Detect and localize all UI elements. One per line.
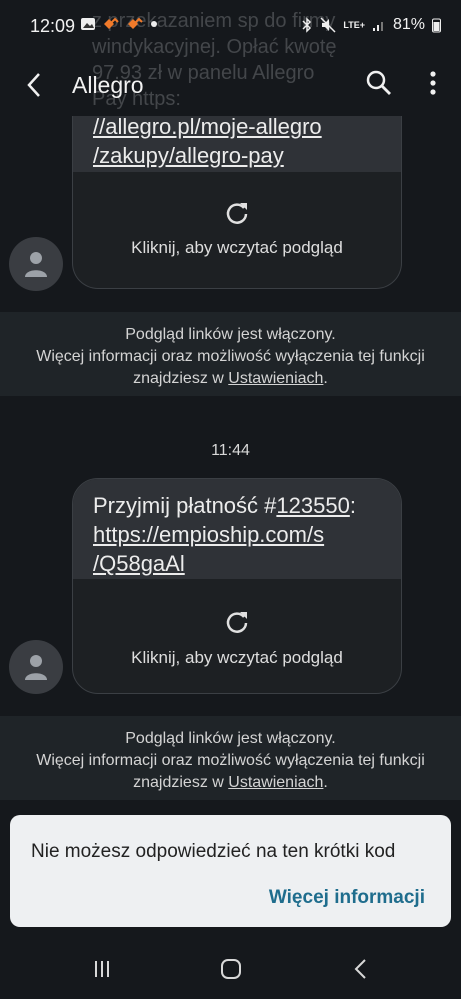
- dot-icon: [151, 21, 157, 27]
- network-type: LTE+: [343, 20, 365, 30]
- recents-icon[interactable]: [87, 954, 117, 984]
- settings-link[interactable]: Ustawieniach: [228, 370, 323, 387]
- app-bar: Allegro: [0, 56, 461, 116]
- refresh-icon[interactable]: [224, 609, 250, 635]
- person-icon: [25, 655, 47, 680]
- reply-disabled-message: Nie możesz odpowiedzieć na ten krótki ko…: [31, 841, 396, 862]
- refresh-icon[interactable]: [224, 200, 250, 226]
- battery-icon: [432, 18, 441, 33]
- link-preview[interactable]: Kliknij, aby wczytać podgląd: [73, 172, 401, 284]
- status-time: 12:09: [30, 16, 76, 36]
- link-preview-notice: Podgląd linków jest włączony. Więcej inf…: [0, 716, 461, 800]
- allegro-notification-icon: [104, 17, 119, 29]
- signal-icon: [372, 22, 383, 31]
- link-preview-notice: Podgląd linków jest włączony. Więcej inf…: [0, 312, 461, 396]
- reply-disabled-card: Nie możesz odpowiedzieć na ten krótki ko…: [10, 815, 451, 927]
- load-preview-label: Kliknij, aby wczytać podgląd: [131, 238, 343, 257]
- search-icon[interactable]: [364, 68, 394, 98]
- message-link-2[interactable]: /zakupy/allegro-pay: [93, 141, 381, 170]
- home-icon[interactable]: [216, 954, 246, 984]
- conversation-title: Allegro: [72, 72, 144, 98]
- message-link[interactable]: //allegro.pl/moje-allegro: [93, 116, 381, 141]
- mute-icon: [320, 17, 336, 33]
- more-info-link[interactable]: Więcej informacji: [269, 887, 425, 909]
- link-preview[interactable]: Kliknij, aby wczytać podgląd: [73, 579, 401, 693]
- avatar[interactable]: [9, 640, 63, 694]
- message-link[interactable]: https://empioship.com/s: [93, 520, 381, 549]
- nav-back-icon[interactable]: [346, 954, 376, 984]
- navigation-bar: [0, 940, 461, 999]
- settings-link[interactable]: Ustawieniach: [228, 774, 323, 791]
- status-bar: z przekazaniem sp do firmy windykacyjnej…: [0, 0, 461, 110]
- allegro-notification-icon-2: [128, 17, 143, 29]
- load-preview-label: Kliknij, aby wczytać podgląd: [131, 648, 343, 667]
- order-number-link[interactable]: 123550: [276, 493, 349, 518]
- gallery-icon: [81, 18, 95, 30]
- person-icon: [25, 252, 47, 277]
- message-text: Przyjmij płatność #123550:: [93, 493, 356, 518]
- time-separator: 11:44: [211, 442, 250, 459]
- bluetooth-icon: [302, 17, 312, 33]
- avatar[interactable]: [9, 237, 63, 291]
- message-bubble[interactable]: Przyjmij płatność #123550: https://empio…: [72, 478, 402, 694]
- more-vert-icon[interactable]: [418, 68, 448, 98]
- message-bubble[interactable]: //allegro.pl/moje-allegro /zakupy/allegr…: [72, 116, 402, 289]
- back-arrow-icon[interactable]: [20, 70, 50, 100]
- battery-percent: 81%: [392, 16, 425, 33]
- message-link-2[interactable]: /Q58gaAl: [93, 549, 381, 578]
